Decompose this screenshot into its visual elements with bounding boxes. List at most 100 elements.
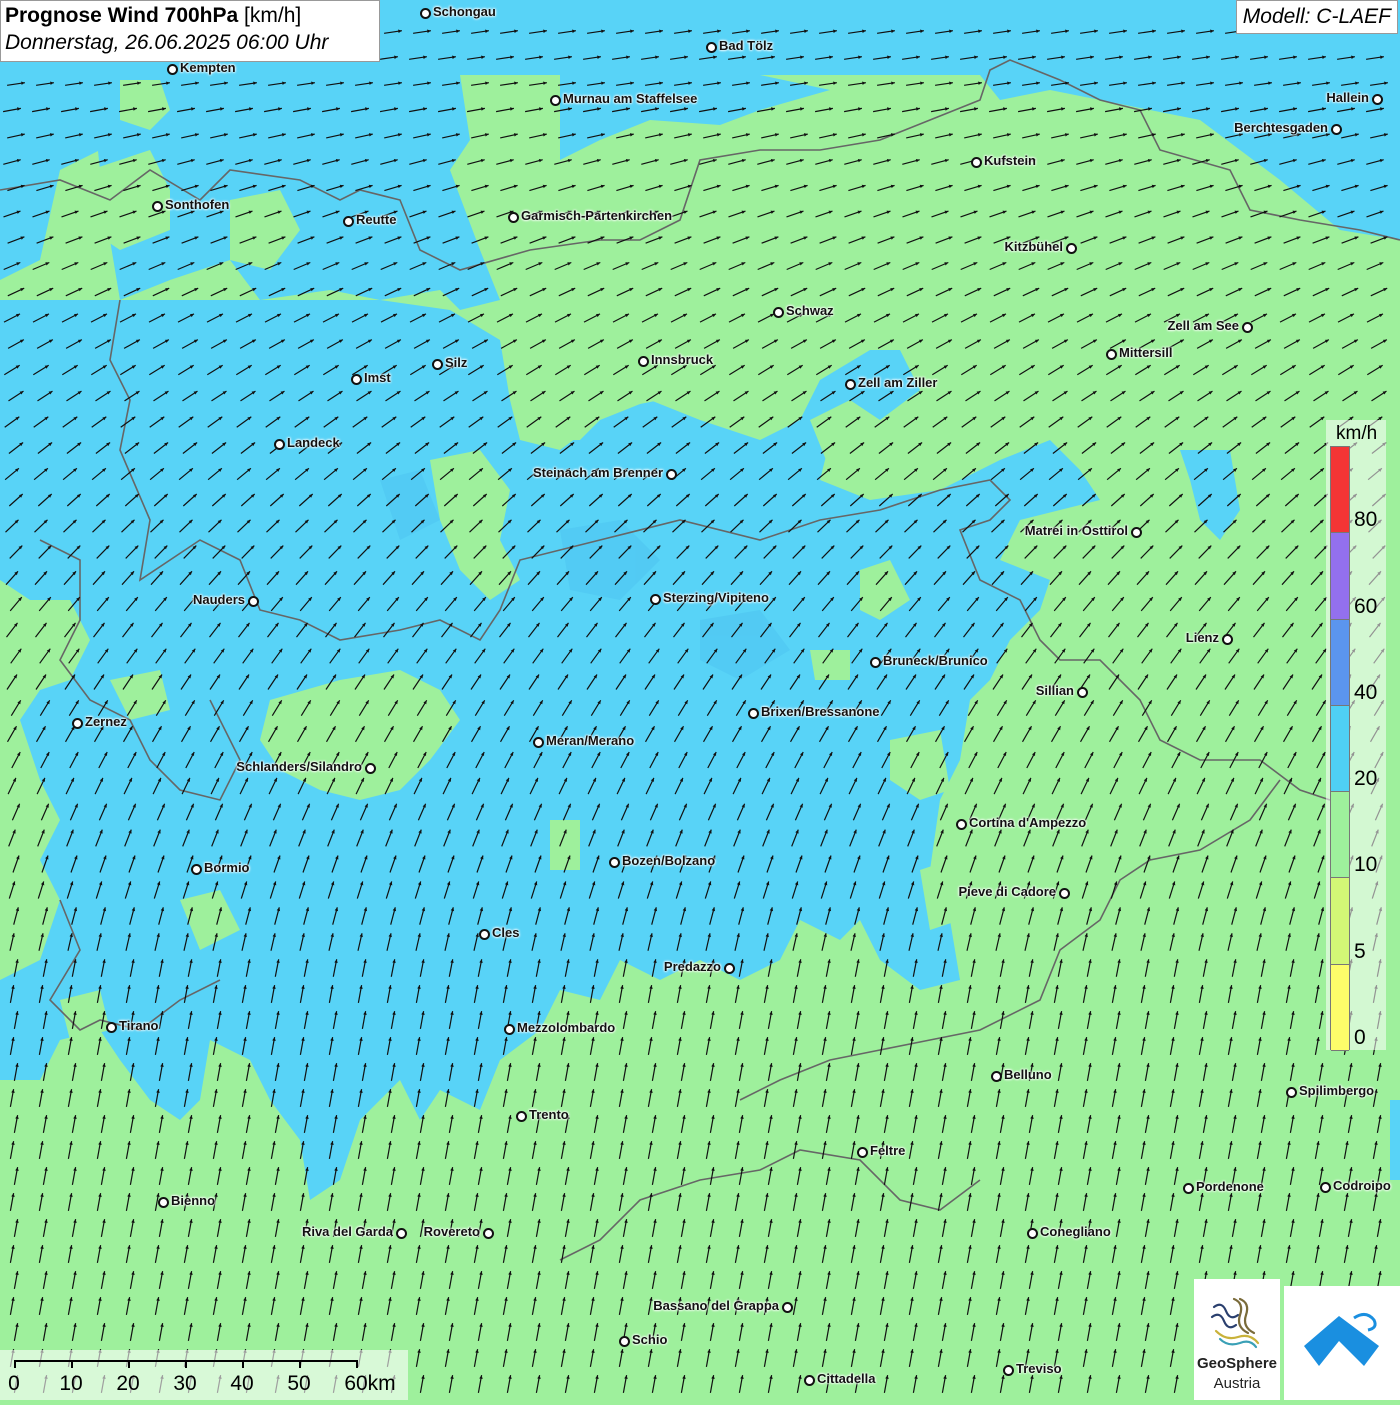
place-marker xyxy=(1131,527,1142,538)
place-marker xyxy=(106,1022,117,1033)
place-marker xyxy=(971,157,982,168)
place-marker xyxy=(857,1147,868,1158)
scale-label: 0 xyxy=(8,1372,20,1396)
color-legend: km/h 051020406080 xyxy=(1326,420,1386,1050)
place-marker xyxy=(72,718,83,729)
scale-label: 20 xyxy=(116,1372,139,1396)
legend-label: 10 xyxy=(1354,853,1377,877)
place-label: Schongau xyxy=(433,4,496,19)
place-label: Schlanders/Silandro xyxy=(236,759,362,774)
place-marker xyxy=(1222,634,1233,645)
scale-tick xyxy=(242,1360,244,1368)
place-label: Matrei in Osttirol xyxy=(1025,523,1128,538)
place-label: Feltre xyxy=(870,1143,905,1158)
place-label: Tirano xyxy=(119,1018,159,1033)
place-label: Imst xyxy=(364,370,391,385)
place-label: Riva del Garda xyxy=(302,1224,393,1239)
place-marker xyxy=(638,356,649,367)
place-marker xyxy=(396,1228,407,1239)
place-label: Kempten xyxy=(180,60,236,75)
place-marker xyxy=(516,1111,527,1122)
place-label: Pordenone xyxy=(1196,1179,1264,1194)
place-label: Silz xyxy=(445,355,467,370)
place-label: Cortina d'Ampezzo xyxy=(969,815,1086,830)
place-label: Brixen/Bressanone xyxy=(761,704,880,719)
scale-tick xyxy=(14,1360,16,1368)
place-label: Zernez xyxy=(85,714,127,729)
place-marker xyxy=(1027,1228,1038,1239)
place-marker xyxy=(1286,1087,1297,1098)
place-label: Spilimbergo xyxy=(1299,1083,1374,1098)
legend-swatch xyxy=(1331,533,1349,619)
place-label: Treviso xyxy=(1016,1361,1062,1376)
place-marker xyxy=(666,469,677,480)
legend-swatch xyxy=(1331,706,1349,792)
place-label: Zell am See xyxy=(1167,318,1239,333)
map-date: Donnerstag, 26.06.2025 06:00 Uhr xyxy=(5,31,375,55)
place-marker xyxy=(343,216,354,227)
place-label: Cles xyxy=(492,925,519,940)
place-label: Innsbruck xyxy=(651,352,713,367)
place-marker xyxy=(550,95,561,106)
place-label: Codroipo xyxy=(1333,1178,1391,1193)
place-label: Kitzbühel xyxy=(1005,239,1064,254)
place-label: Cittadella xyxy=(817,1371,876,1386)
place-label: Bruneck/Brunico xyxy=(883,653,988,668)
title-box: Prognose Wind 700hPa [km/h] Donnerstag, … xyxy=(0,0,380,62)
wind-app-icon xyxy=(1284,1286,1400,1400)
place-marker xyxy=(479,929,490,940)
scale-tick xyxy=(185,1360,187,1368)
place-marker xyxy=(1242,322,1253,333)
legend-swatch xyxy=(1331,447,1349,533)
place-marker xyxy=(504,1024,515,1035)
legend-bar xyxy=(1330,446,1350,1050)
logo-line2: Austria xyxy=(1194,1375,1280,1392)
place-marker xyxy=(1183,1183,1194,1194)
place-label: Belluno xyxy=(1004,1067,1052,1082)
place-label: Reutte xyxy=(356,212,396,227)
scale-label: 50 xyxy=(287,1372,310,1396)
place-marker xyxy=(533,737,544,748)
legend-swatch xyxy=(1331,965,1349,1051)
scale-label: 30 xyxy=(173,1372,196,1396)
place-label: Murnau am Staffelsee xyxy=(563,91,697,106)
place-label: Bassano del Grappa xyxy=(653,1298,779,1313)
place-marker xyxy=(365,763,376,774)
place-label: Schio xyxy=(632,1332,667,1347)
place-label: Trento xyxy=(529,1107,569,1122)
scale-label: 40 xyxy=(230,1372,253,1396)
legend-label: 0 xyxy=(1354,1026,1366,1050)
place-marker xyxy=(167,64,178,75)
scale-bar: 0102030405060km xyxy=(0,1350,408,1400)
place-label: Sonthofen xyxy=(165,197,229,212)
place-marker xyxy=(706,42,717,53)
place-label: Nauders xyxy=(193,592,245,607)
place-label: Mezzolombardo xyxy=(517,1020,615,1035)
scale-label: 60km xyxy=(344,1372,395,1396)
place-label: Bozen/Bolzano xyxy=(622,853,715,868)
legend-label: 20 xyxy=(1354,767,1377,791)
scale-tick xyxy=(128,1360,130,1368)
place-label: Lienz xyxy=(1186,630,1219,645)
place-marker xyxy=(483,1228,494,1239)
legend-label: 60 xyxy=(1354,595,1377,619)
place-marker xyxy=(650,594,661,605)
place-marker xyxy=(1331,124,1342,135)
place-label: Pieve di Cadore xyxy=(958,884,1056,899)
place-marker xyxy=(773,307,784,318)
legend-unit: km/h xyxy=(1336,423,1377,445)
place-label: Mittersill xyxy=(1119,345,1172,360)
place-marker xyxy=(158,1197,169,1208)
wind-app-logo[interactable] xyxy=(1284,1286,1400,1400)
scale-tick xyxy=(356,1360,358,1368)
model-label: Modell: C-LAEF xyxy=(1236,0,1398,34)
place-marker xyxy=(1066,243,1077,254)
place-label: Schwaz xyxy=(786,303,834,318)
place-label: Sillian xyxy=(1036,683,1074,698)
legend-swatch xyxy=(1331,878,1349,964)
place-label: Garmisch-Partenkirchen xyxy=(521,208,672,223)
legend-swatch xyxy=(1331,620,1349,706)
place-marker xyxy=(274,439,285,450)
geosphere-logo: GeoSphere Austria xyxy=(1194,1279,1280,1400)
place-label: Bormio xyxy=(204,860,250,875)
